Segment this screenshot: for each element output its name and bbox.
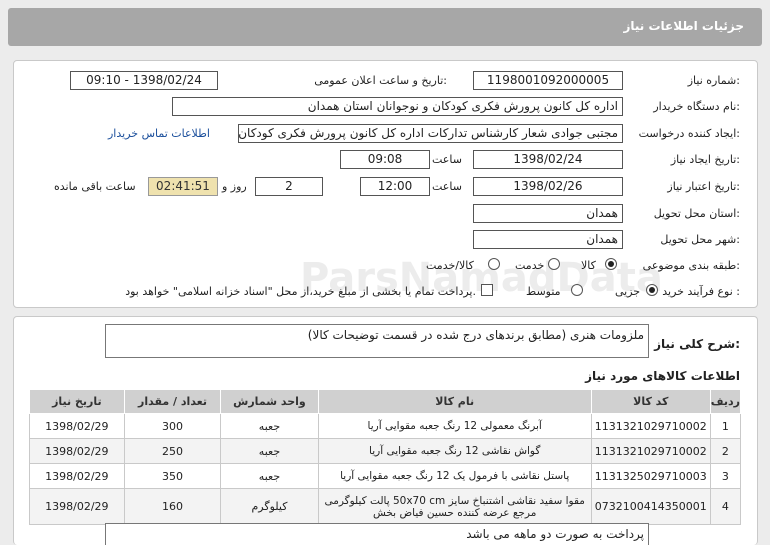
city-field: همدان [473, 230, 623, 249]
creator-label: ایجاد کننده درخواست: [638, 127, 740, 140]
cell-code: 1131321029710002 [590, 413, 711, 439]
validity-date-field: 1398/02/26 [473, 177, 623, 196]
table-row: 3 1131325029710003 پاستل نقاشی با فرمول … [29, 463, 742, 489]
table-row: 4 0732100414350001 مقوا سفید نقاشی اشتنب… [29, 488, 742, 525]
summary-label: شرح کلی نیاز: [654, 337, 740, 351]
cell-row: 4 [709, 488, 742, 525]
remaining-days-field: 2 [255, 177, 323, 196]
table-row: 1 1131321029710002 آبرنگ معمولی 12 رنگ ج… [29, 413, 742, 439]
remaining-days-label: روز و [222, 180, 247, 193]
category-option-goods-service: کالا/خدمت [426, 259, 474, 272]
cell-name: آبرنگ معمولی 12 رنگ جعبه مقوایی آریا [317, 413, 592, 439]
validity-time-label: ساعت [432, 180, 462, 193]
created-date-field: 1398/02/24 [473, 150, 623, 169]
cell-date: 1398/02/29 [29, 488, 125, 525]
cell-name: گواش نقاشی 12 رنگ جعبه مقوایی آریا [317, 438, 592, 464]
cell-qty: 160 [123, 488, 222, 525]
column-header-unit: واحد شمارش [220, 389, 319, 414]
buyer-contact-link[interactable]: اطلاعات تماس خریدار [108, 127, 210, 140]
category-radio-goods-service[interactable] [488, 258, 500, 270]
page-header: جزئیات اطلاعات نیاز [8, 8, 762, 46]
created-time-field: 09:08 [340, 150, 430, 169]
summary-field: ملزومات هنری (مطابق برندهای درج شده در ق… [105, 324, 649, 358]
buyer-field: اداره کل کانون پرورش فکری کودکان و نوجوا… [172, 97, 623, 116]
cell-unit: جعبه [220, 438, 319, 464]
column-header-date: تاریخ نیاز [29, 389, 125, 414]
cell-row: 3 [709, 463, 742, 489]
validity-date-label: تاریخ اعتبار نیاز: [667, 180, 740, 193]
cell-code: 1131321029710002 [590, 438, 711, 464]
cell-code: 1131325029710003 [590, 463, 711, 489]
announce-date-label: تاریخ و ساعت اعلان عمومی: [314, 74, 447, 87]
cell-row: 1 [709, 413, 742, 439]
creator-field: مجتبی جوادی شعار کارشناس تدارکات اداره ک… [238, 124, 623, 143]
column-header-code: کد کالا [590, 389, 711, 414]
cell-date: 1398/02/29 [29, 438, 125, 464]
cell-unit: جعبه [220, 413, 319, 439]
process-radio-medium[interactable] [571, 284, 583, 296]
remaining-time-field: 02:41:51 [148, 177, 218, 196]
treasury-payment-text: پرداخت تمام یا بخشی از مبلغ خرید،از محل … [125, 285, 476, 298]
process-option-medium: متوسط [526, 285, 561, 298]
cell-code: 0732100414350001 [590, 488, 711, 525]
city-label: شهر محل تحویل: [660, 233, 740, 246]
buyer-note-field: پرداخت به صورت دو ماهه می باشد [105, 523, 649, 545]
category-option-service: خدمت [515, 259, 545, 272]
column-header-row: ردیف [709, 389, 742, 414]
cell-name: مقوا سفید نقاشی اشتنباخ سایز 50x70 cm پا… [317, 488, 592, 525]
announce-date-field: 1398/02/24 - 09:10 [70, 71, 218, 90]
need-number-field: 1198001092000005 [473, 71, 623, 90]
created-date-label: تاریخ ایجاد نیاز: [670, 153, 740, 166]
cell-date: 1398/02/29 [29, 463, 125, 489]
cell-qty: 300 [123, 413, 222, 439]
category-radio-goods[interactable] [605, 258, 617, 270]
items-table-header: ردیف کد کالا نام کالا واحد شمارش تعداد /… [29, 389, 742, 414]
cell-row: 2 [709, 438, 742, 464]
cell-name: پاستل نقاشی با فرمول یک 12 رنگ جعبه مقوا… [317, 463, 592, 489]
column-header-name: نام کالا [317, 389, 592, 414]
category-option-goods: کالا [581, 259, 596, 272]
cell-date: 1398/02/29 [29, 413, 125, 439]
process-option-minor: جزیی [615, 285, 641, 298]
table-row: 2 1131321029710002 گواش نقاشی 12 رنگ جعب… [29, 438, 742, 464]
cell-unit: جعبه [220, 463, 319, 489]
category-label: طبقه بندی موضوعی: [642, 259, 740, 272]
cell-qty: 350 [123, 463, 222, 489]
items-section-title: اطلاعات کالاهای مورد نیاز [585, 369, 740, 383]
category-radio-service[interactable] [548, 258, 560, 270]
province-field: همدان [473, 204, 623, 223]
created-time-label: ساعت [432, 153, 462, 166]
treasury-payment-checkbox[interactable] [481, 284, 493, 296]
cell-unit: کیلوگرم [220, 488, 319, 525]
column-header-qty: تعداد / مقدار [123, 389, 222, 414]
remaining-time-label: ساعت باقی مانده [54, 180, 136, 193]
need-number-label: شماره نیاز: [687, 74, 740, 87]
page-title: جزئیات اطلاعات نیاز [623, 19, 744, 33]
cell-qty: 250 [123, 438, 222, 464]
items-table: ردیف کد کالا نام کالا واحد شمارش تعداد /… [29, 389, 742, 525]
validity-time-field: 12:00 [360, 177, 430, 196]
process-radio-minor[interactable] [646, 284, 658, 296]
process-type-label: نوع فرآیند خرید : [662, 285, 740, 298]
buyer-label: نام دستگاه خریدار: [653, 100, 740, 113]
province-label: استان محل تحویل: [653, 207, 740, 220]
